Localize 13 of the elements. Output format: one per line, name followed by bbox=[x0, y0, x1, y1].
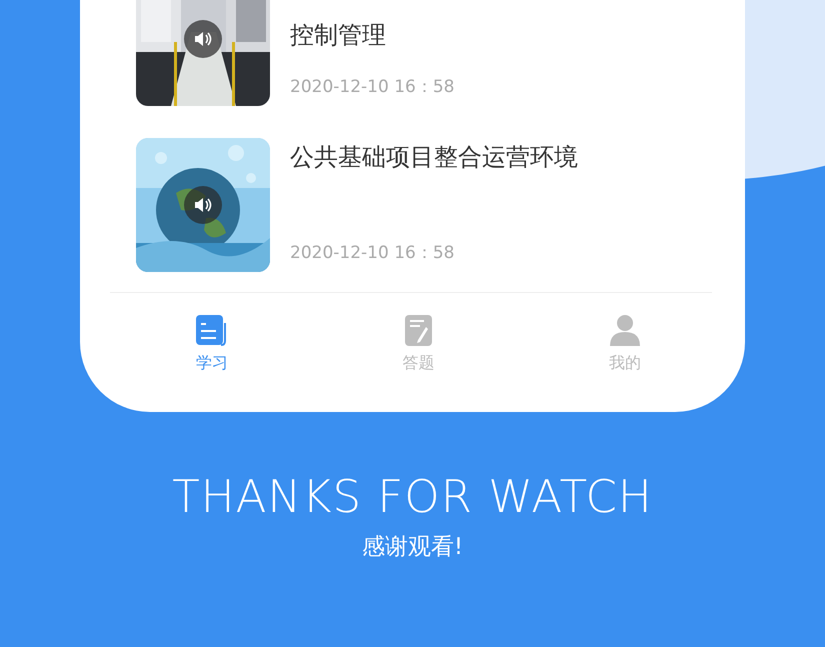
tab-label[interactable]: 答题 bbox=[402, 353, 434, 374]
closing-title: THANKS FOR WATCH bbox=[172, 470, 653, 523]
document-icon[interactable] bbox=[195, 313, 229, 347]
speaker-icon[interactable] bbox=[184, 20, 222, 58]
article-title[interactable]: 控制管理 bbox=[290, 18, 454, 52]
user-icon[interactable] bbox=[608, 313, 642, 347]
tab-label[interactable]: 我的 bbox=[609, 353, 641, 374]
article-date: 2020-12-10 16：58 bbox=[290, 242, 456, 264]
closing-subtitle: 感谢观看! bbox=[362, 533, 464, 562]
article-title[interactable]: 公共基础项目整合运营环境 bbox=[290, 140, 578, 174]
article-date: 2020-12-10 16：58 bbox=[290, 76, 454, 98]
tab-label[interactable]: 学习 bbox=[196, 353, 228, 374]
speaker-icon[interactable] bbox=[184, 186, 222, 224]
